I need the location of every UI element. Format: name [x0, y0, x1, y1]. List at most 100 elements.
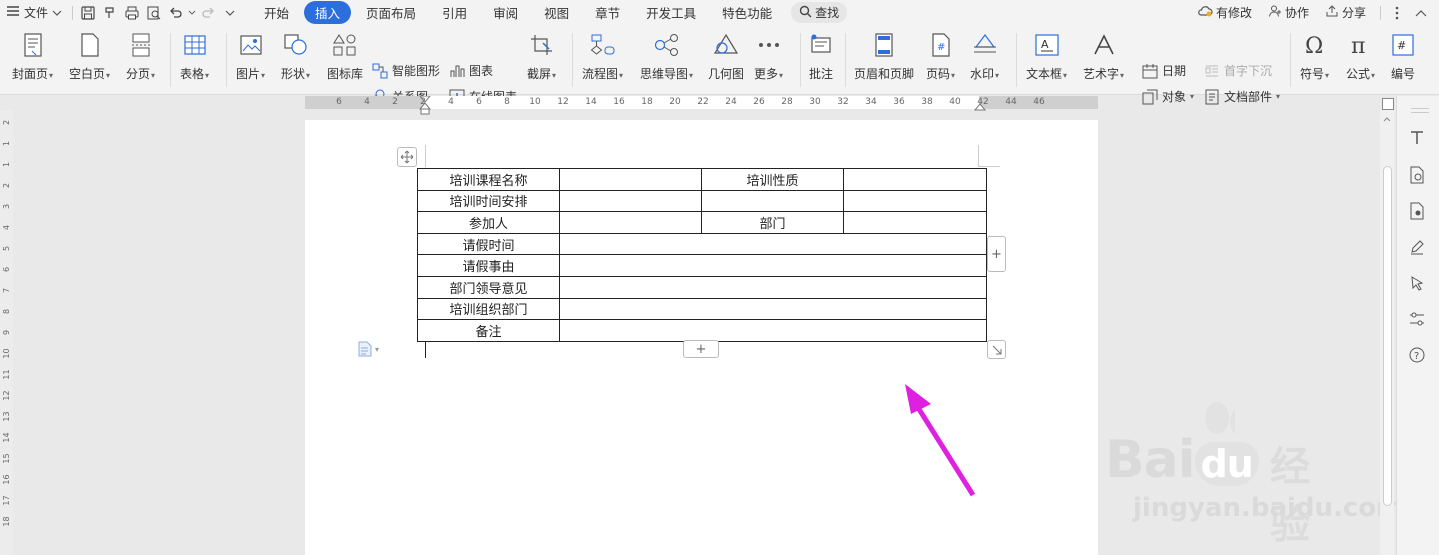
flowchart-button[interactable]: 流程图▾	[582, 31, 623, 82]
tab-references[interactable]: 引用	[431, 1, 478, 24]
chart-button[interactable]: 图表	[449, 62, 493, 79]
table-icon	[182, 31, 208, 59]
sliders-icon[interactable]	[1405, 307, 1429, 331]
cover-page-button[interactable]: 封面页▾	[12, 31, 53, 82]
table-button[interactable]: 表格▾	[180, 31, 209, 82]
modified-button[interactable]: 有修改	[1191, 4, 1258, 21]
redo-icon[interactable]	[197, 2, 219, 24]
file-menu[interactable]: 文件	[0, 0, 68, 25]
print-preview-icon[interactable]	[143, 2, 165, 24]
table-cell[interactable]: 培训组织部门	[417, 297, 560, 321]
tab-developer[interactable]: 开发工具	[635, 1, 707, 24]
watermark-brand-du: du	[1194, 442, 1259, 486]
shape-button[interactable]: 形状▾	[281, 31, 310, 82]
table-cell[interactable]: 培训时间安排	[417, 189, 560, 213]
watermark-button[interactable]: 水印▾	[970, 31, 999, 82]
tab-home[interactable]: 开始	[253, 1, 300, 24]
save-icon[interactable]	[77, 2, 99, 24]
table-cell[interactable]	[559, 189, 702, 213]
search-box[interactable]: 查找	[791, 2, 848, 23]
ruler-number: 5	[2, 245, 11, 252]
table-resize-handle[interactable]	[987, 340, 1006, 359]
geometry-button[interactable]: 几何图	[708, 31, 744, 82]
tab-chapter[interactable]: 章节	[584, 1, 631, 24]
icon-library-button[interactable]: 图标库	[327, 31, 363, 82]
smart-shape-button[interactable]: 智能图形	[372, 62, 440, 79]
more-options-icon[interactable]	[1389, 6, 1405, 20]
pen-icon[interactable]	[1405, 235, 1429, 259]
document-parts-button[interactable]: 文档部件 ▾	[1204, 88, 1280, 105]
numbering-button[interactable]: # 编号	[1390, 31, 1416, 82]
text-style-icon[interactable]	[1405, 126, 1429, 150]
ruler-toggle-icon[interactable]	[1382, 98, 1394, 110]
select-cursor-icon[interactable]	[1405, 271, 1429, 295]
ruler-number: 1	[2, 161, 11, 168]
table-cell[interactable]	[559, 232, 987, 256]
training-leave-table[interactable]: 培训课程名称 培训性质 培训时间安排 参加人 部门 请假时间 请假事由 部门领导…	[417, 168, 987, 342]
help-icon[interactable]: ?	[1405, 343, 1429, 367]
tab-page-layout[interactable]: 页面布局	[355, 1, 427, 24]
table-cell[interactable]	[559, 297, 987, 321]
table-cell[interactable]: 请假事由	[417, 254, 560, 277]
table-cell[interactable]	[559, 211, 702, 234]
table-cell[interactable]: 培训性质	[701, 168, 844, 191]
tab-review[interactable]: 审阅	[482, 1, 529, 24]
table-move-handle[interactable]	[397, 147, 417, 167]
vertical-scrollbar[interactable]	[1380, 110, 1394, 555]
undo-icon[interactable]	[165, 2, 187, 24]
table-cell[interactable]: 请假时间	[417, 232, 560, 256]
drop-cap-button[interactable]: 首字下沉	[1204, 62, 1272, 79]
table-cell[interactable]: 培训课程名称	[417, 168, 560, 191]
table-cell[interactable]	[843, 168, 987, 191]
tab-insert[interactable]: 插入	[304, 1, 352, 24]
table-cell[interactable]: 备注	[417, 319, 560, 342]
comment-button[interactable]: 批注	[808, 31, 834, 82]
symbol-button[interactable]: Ω 符号▾	[1300, 31, 1329, 82]
mindmap-button[interactable]: 思维导图▾	[640, 31, 693, 82]
picture-button[interactable]: 图片▾	[236, 31, 265, 82]
share-button[interactable]: 分享	[1319, 4, 1372, 21]
blank-page-button[interactable]: 空白页▾	[69, 31, 110, 82]
table-cell[interactable]	[843, 211, 987, 234]
table-cell[interactable]	[843, 189, 987, 213]
document-settings-icon[interactable]	[1405, 199, 1429, 223]
date-button[interactable]: 日期	[1142, 62, 1186, 79]
collaborate-button[interactable]: 协作	[1262, 4, 1315, 21]
table-row: 请假事由	[417, 254, 987, 277]
textbox-button[interactable]: A 文本框▾	[1026, 31, 1067, 82]
header-footer-button[interactable]: 页眉和页脚	[854, 31, 914, 82]
object-icon	[1142, 89, 1158, 105]
table-cell[interactable]	[701, 189, 844, 213]
divider	[1016, 33, 1017, 87]
object-button[interactable]: 对象 ▾	[1142, 88, 1194, 105]
ruler-number: 6	[476, 97, 482, 107]
tab-special-features[interactable]: 特色功能	[711, 1, 783, 24]
document-check-icon[interactable]	[1405, 163, 1429, 187]
page-break-button[interactable]: 分页▾	[126, 31, 155, 82]
horizontal-ruler[interactable]: 6 4 2 2 4 6 8 10 12 14 16 18 20 22 24 26 28 30 32 34 36 38 40 4…	[305, 96, 1098, 115]
table-cell[interactable]	[559, 275, 987, 299]
add-row-button[interactable]: +	[683, 340, 719, 358]
table-cell[interactable]: 部门领导意见	[417, 275, 560, 299]
format-painter-icon[interactable]	[99, 2, 121, 24]
table-cell[interactable]	[559, 319, 987, 342]
table-cell[interactable]: 参加人	[417, 211, 560, 234]
collapse-ribbon-icon[interactable]	[1409, 9, 1433, 17]
table-cell[interactable]	[559, 254, 987, 277]
more-button[interactable]: 更多▾	[754, 31, 783, 82]
chevron-down-icon[interactable]	[187, 2, 197, 24]
wordart-button[interactable]: 艺术字▾	[1083, 31, 1124, 82]
add-column-button[interactable]: +	[987, 236, 1006, 272]
customize-toolbar-icon[interactable]	[219, 2, 241, 24]
table-cell[interactable]: 部门	[701, 211, 844, 234]
screenshot-button[interactable]: 截屏▾	[527, 31, 556, 82]
scroll-up-icon[interactable]	[1383, 116, 1391, 122]
scrollbar-thumb[interactable]	[1383, 166, 1392, 506]
tab-view[interactable]: 视图	[533, 1, 580, 24]
formula-button[interactable]: π 公式▾	[1346, 31, 1375, 82]
header-footer-icon	[871, 31, 897, 59]
paragraph-layout-button[interactable]: ▾	[358, 341, 379, 357]
table-cell[interactable]	[559, 168, 702, 191]
print-icon[interactable]	[121, 2, 143, 24]
page-number-button[interactable]: # 页码▾	[926, 31, 955, 82]
